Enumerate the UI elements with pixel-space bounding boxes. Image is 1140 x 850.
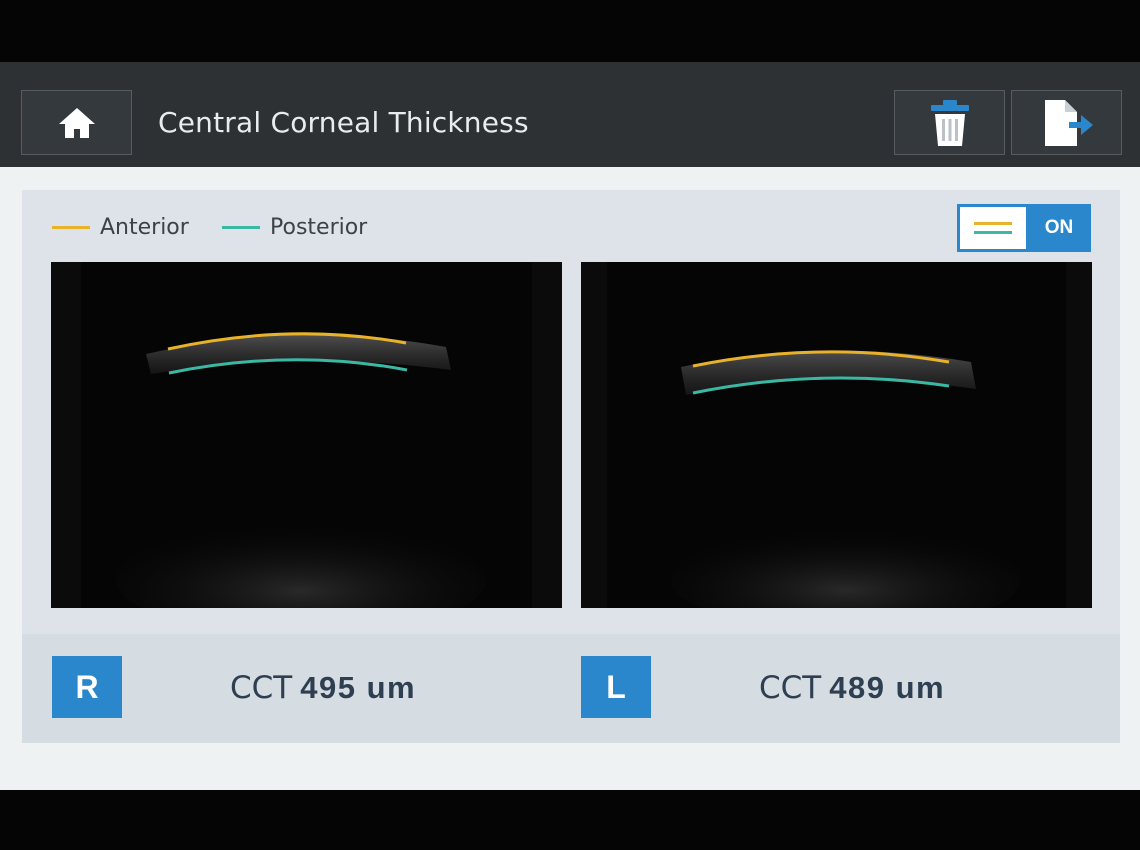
cct-right-label: CCT [230,670,293,706]
trash-icon [930,99,969,146]
bottom-bezel [0,790,1140,850]
page-title: Central Corneal Thickness [158,106,529,139]
cct-left: CCT 489 um [759,670,945,706]
overlay-toggle[interactable]: ON [957,204,1091,252]
legend-anterior: Anterior [52,215,189,240]
export-button[interactable] [1011,90,1122,155]
scan-image-right [51,262,562,608]
export-icon [1044,99,1093,146]
delete-button[interactable] [894,90,1005,155]
measurement-panel: Anterior Posterior ON R CCT 495 um L CCT… [22,190,1120,743]
left-eye-badge: L [581,656,651,718]
home-icon [58,107,95,138]
anterior-swatch [52,226,90,229]
device-screen: Central Corneal Thickness Anterior Poste… [0,62,1140,790]
cct-left-label: CCT [759,670,822,706]
top-bezel [0,0,1140,62]
legend-anterior-label: Anterior [100,215,189,240]
posterior-swatch [222,226,260,229]
right-eye-badge: R [52,656,122,718]
lines-icon [960,207,1026,249]
cct-right-value: 495 um [300,670,417,705]
toggle-state: ON [1044,217,1074,238]
legend-posterior: Posterior [222,215,367,240]
cct-right: CCT 495 um [230,670,416,706]
scan-image-left [581,262,1092,608]
legend-posterior-label: Posterior [270,215,368,240]
home-button[interactable] [21,90,132,155]
cct-left-value: 489 um [829,670,946,705]
results-band: R CCT 495 um L CCT 489 um [22,634,1120,743]
header-bar: Central Corneal Thickness [0,62,1140,167]
